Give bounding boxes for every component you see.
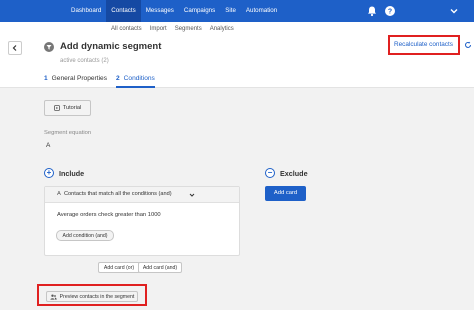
recalculate-highlight: Recalculate contacts [388,35,460,55]
condition-text[interactable]: Average orders check greater than 1000 [57,212,161,218]
subnav-import[interactable]: Import [146,22,171,36]
exclude-add-card-button[interactable]: Add card [265,186,306,201]
nav-site[interactable]: Site [220,0,241,22]
match-mode-dropdown[interactable]: Contacts that match all the conditions (… [64,191,172,197]
minus-circle-icon: − [265,168,275,178]
back-button[interactable] [8,41,22,55]
refresh-icon[interactable] [464,41,472,49]
plus-circle-icon: + [44,168,54,178]
sub-navigation-bar: All contacts Import Segments Analytics [0,22,474,36]
nav-automation[interactable]: Automation [241,0,282,22]
chevron-left-icon [12,45,17,51]
segment-equation-label: Segment equation [44,130,92,136]
users-icon [50,294,57,300]
nav-dashboard[interactable]: Dashboard [66,0,106,22]
preview-highlight: Preview contacts in the segment [37,284,147,306]
active-contacts-count: active contacts (2) [60,58,109,64]
include-title: Include [59,169,85,178]
card-letter: A [57,191,61,197]
bell-icon[interactable] [366,5,378,17]
condition-card: A Contacts that match all the conditions… [44,186,240,256]
add-card-or-button[interactable]: Add card (or) [98,262,140,273]
card-header: A Contacts that match all the conditions… [45,187,239,203]
svg-text:?: ? [388,9,392,16]
add-condition-button[interactable]: Add condition (and) [56,230,114,241]
recalculate-contacts-link[interactable]: Recalculate contacts [394,41,453,48]
account-menu-icon[interactable] [448,5,460,17]
nav-campaigns[interactable]: Campaigns [179,0,220,22]
exclude-title: Exclude [280,169,308,178]
tab-label: Conditions [123,75,155,82]
subnav-analytics[interactable]: Analytics [206,22,238,36]
tutorial-button[interactable]: Tutorial [44,100,91,116]
tab-number: 1 [44,75,48,82]
tab-number: 2 [116,75,120,82]
top-navigation-bar: Dashboard Contacts Messages Campaigns Si… [0,0,474,22]
main-nav: Dashboard Contacts Messages Campaigns Si… [66,0,282,22]
tutorial-label: Tutorial [62,105,82,111]
segment-equation-value: A [46,142,51,149]
nav-contacts[interactable]: Contacts [106,0,141,22]
nav-messages[interactable]: Messages [141,0,179,22]
subnav-all-contacts[interactable]: All contacts [107,22,146,36]
add-card-and-button[interactable]: Add card (and) [138,262,182,273]
tab-general-properties[interactable]: 1 General Properties [44,72,107,88]
tab-conditions[interactable]: 2 Conditions [116,72,155,88]
video-icon [53,105,60,111]
preview-contacts-button[interactable]: Preview contacts in the segment [46,291,138,302]
tab-label: General Properties [51,75,108,82]
page-title: Add dynamic segment [60,41,162,52]
subnav-segments[interactable]: Segments [171,22,206,36]
chevron-down-icon[interactable] [189,192,195,198]
help-icon[interactable]: ? [384,5,396,17]
filter-icon [44,42,54,52]
preview-label: Preview contacts in the segment [59,293,135,300]
